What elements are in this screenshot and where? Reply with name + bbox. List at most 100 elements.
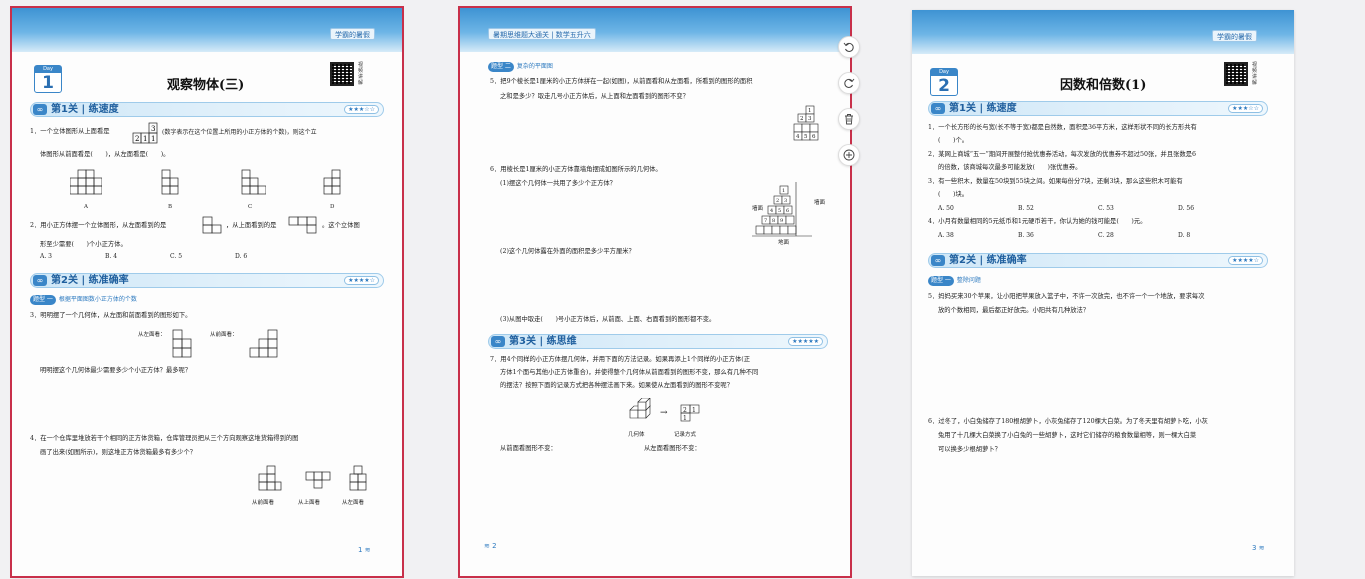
svg-text:3: 3 (151, 125, 155, 133)
q1-option-c: C (248, 204, 253, 210)
add-page-icon (843, 149, 855, 161)
q1-option-b: B (168, 204, 173, 210)
question-4: 4．小月有数量相同的5元纸币和1元硬币若干，你认为她的钱可能是( )元。 (928, 218, 1147, 225)
difficulty-stars: ★★★☆☆ (344, 105, 379, 114)
section-accuracy: ∞ 第2关 | 练准确率 ★★★★☆ (30, 273, 384, 288)
q5-cube-figure: 1 2 3 4 5 6 (793, 105, 819, 141)
svg-text:2: 2 (135, 135, 139, 143)
question-7: 7．用4个同样的小正方体摆几何体，并用下面的方法记录。如果再添上1个同样的小正方… (490, 356, 751, 363)
question-6-line2: 兔用了十几棵大白菜换了小白兔的一些胡萝卜，这时它们储存的粮食数量相等，则一棵大白… (938, 432, 1197, 439)
qr-code (1224, 62, 1248, 86)
question-3: 3．有一些积木，数量在50块到55块之间。如果每份分7块，还剩3块，那么这些积木… (928, 178, 1183, 185)
rotate-right-button[interactable] (838, 72, 860, 94)
subsection-heading: 题型 一根据平面图数小正方体的个数 (30, 295, 137, 305)
q1-top-view-figure: 3 2 1 1 (132, 122, 158, 144)
q7-record-figure: 2 1 1 (680, 404, 700, 422)
day-badge: Day 1 (34, 65, 62, 93)
q1-option-d-figure (323, 169, 341, 195)
question-2-line2: 的倍数，该商城每次最多可能发放( )张优惠券。 (938, 164, 1082, 171)
section-icon: ∞ (931, 103, 945, 114)
q2-top-view-figure (288, 216, 317, 234)
question-3-line2: 明明摆这个几何体最少需要多少个小正方体？最多呢？ (40, 367, 192, 374)
q2-options: A. 3 B. 4 C. 5 D. 6 (40, 253, 248, 260)
page-title: 观察物体(三) (167, 78, 245, 93)
svg-text:1: 1 (692, 407, 696, 414)
q7-record-label: 记录方式 (674, 432, 697, 438)
banner-tag: 学霸的暑假 (1212, 30, 1257, 42)
svg-text:4: 4 (770, 208, 773, 214)
svg-text:5: 5 (778, 208, 781, 214)
q3-left-view-figure (172, 329, 192, 358)
question-4-line2: 画了出来(如图所示)，则这堆正方体货箱最多有多少个？ (40, 449, 197, 456)
q4-front-label: 从前面看 (252, 500, 275, 506)
q6-wall-right-label: 墙面 (814, 200, 826, 206)
q1-option-b-figure (161, 169, 179, 195)
question-4: 4．在一个仓库里堆放若干个相同的正方体货箱，仓库管理员把从三个方向观察这堆货箱得… (30, 435, 299, 442)
question-2-mid: ，从上面看到的是 (226, 222, 277, 229)
difficulty-stars: ★★★★☆ (344, 276, 379, 285)
delete-page-button[interactable] (838, 108, 860, 130)
question-7-left-answer: 从左面看图形不变： (644, 445, 701, 452)
subsection-heading: 题型 二复杂的平面图 (488, 62, 553, 72)
question-2-end: 。这个立体图 (322, 222, 360, 229)
difficulty-stars: ★★★★★ (788, 337, 823, 346)
question-2: 2．用小正方体摆一个立体图形，从左面看到的是 (30, 222, 167, 229)
svg-text:5: 5 (804, 134, 808, 140)
q3-front-label: 从前面看： (210, 332, 238, 338)
question-1-line2: 体图形从前面看是( )，从左面看是( )。 (40, 151, 170, 158)
q3-front-view-figure (249, 329, 278, 358)
trash-icon (845, 114, 853, 125)
question-1-cont: (数字表示在这个位置上所用的小正方体的个数)，则这个立 (162, 129, 317, 136)
qr-note: 视频讲解 (1252, 62, 1258, 86)
section-speed: ∞ 第1关 | 练速度 ★★★☆☆ (30, 102, 384, 117)
svg-text:1: 1 (143, 135, 147, 143)
rotate-right-icon (844, 78, 855, 88)
svg-text:8: 8 (772, 218, 775, 224)
svg-text:6: 6 (812, 134, 816, 140)
svg-text:2: 2 (776, 198, 779, 204)
q6-floor-label: 地面 (778, 240, 790, 246)
section-icon: ∞ (33, 275, 47, 286)
question-1-line2: ( )个。 (938, 137, 969, 144)
question-5-line2: 放的个数相同，最后都正好放完。小阳共有几种放法？ (938, 307, 1090, 314)
question-3-line2: ( )块。 (938, 191, 969, 198)
rotate-left-button[interactable] (838, 36, 860, 58)
svg-text:1: 1 (808, 108, 812, 114)
question-7-line3: 的摆法？按照下面的记录方式把各种摆法画下来。如果使从左面看到的图形不变呢？ (500, 382, 733, 389)
page-title: 因数和倍数(1) (1060, 78, 1147, 93)
banner-tag: 暑期思维题大通关 | 数学五升六 (488, 28, 596, 40)
q4-options: A. 38 B. 36 C. 28 D. 8 (938, 232, 1191, 239)
svg-text:4: 4 (796, 134, 800, 140)
q4-front-view-figure (258, 465, 282, 491)
q7-solid-figure (629, 398, 651, 419)
svg-text:6: 6 (786, 208, 789, 214)
question-5: 5．妈妈买来30个苹果，让小阳把苹果放入篮子中，不许一次放完，也不许一个一个地放… (928, 293, 1205, 300)
page-3[interactable]: 学霸的暑假 Day 2 因数和倍数(1) 视频讲解 ∞ 第1关 | 练速度 ★★… (912, 10, 1294, 576)
svg-text:2: 2 (800, 116, 804, 122)
rotate-left-icon (843, 42, 854, 52)
question-5: 5．把9个棱长是1厘米的小正方体拼在一起(如图)，从前面看和从左面看，所看到的图… (490, 78, 753, 85)
question-5-line2: 之和是多少？取走几号小正方体后，从上面和左面看到的图形不变？ (500, 93, 689, 100)
page-2[interactable]: 暑期思维题大通关 | 数学五升六 题型 二复杂的平面图 5．把9个棱长是1厘米的… (458, 6, 852, 578)
q4-left-view-figure (349, 465, 367, 491)
day-badge: Day 2 (930, 68, 958, 96)
question-6-line3: 可以换多少根胡萝卜？ (938, 446, 1001, 453)
question-2: 2．某网上商城“五一”期间开展整付抢优惠券活动，每次发放的优惠券不超过50张，并… (928, 151, 1197, 158)
page-1[interactable]: 学霸的暑假 Day 1 观察物体(三) 视频讲解 ∞ 第1关 | 练速度 ★★★… (10, 6, 404, 578)
svg-text:3: 3 (808, 116, 812, 122)
q1-option-a: A (84, 204, 88, 210)
q4-left-label: 从左面看 (342, 500, 365, 506)
question-3: 3．明明摆了一个几何体，从左面和前面看到的图形如下。 (30, 312, 192, 319)
add-page-button[interactable] (838, 144, 860, 166)
section-icon: ∞ (491, 336, 505, 347)
svg-text:1: 1 (782, 188, 785, 194)
question-6: 6．过冬了，小白兔储存了180根胡萝卜，小灰兔储存了120棵大白菜。为了冬天里有… (928, 418, 1208, 425)
section-icon: ∞ (931, 255, 945, 266)
q3-left-label: 从左面看： (138, 332, 166, 338)
q1-option-d: D (330, 204, 335, 210)
q6-corner-figure: 1 2 3 4 5 6 7 8 9 (752, 182, 812, 237)
section-thinking: ∞ 第3关 | 练思维 ★★★★★ (488, 334, 828, 349)
page-number: ≋ 2 (484, 542, 497, 550)
section-icon: ∞ (33, 104, 47, 115)
q6-wall-left-label: 墙面 (752, 206, 764, 212)
